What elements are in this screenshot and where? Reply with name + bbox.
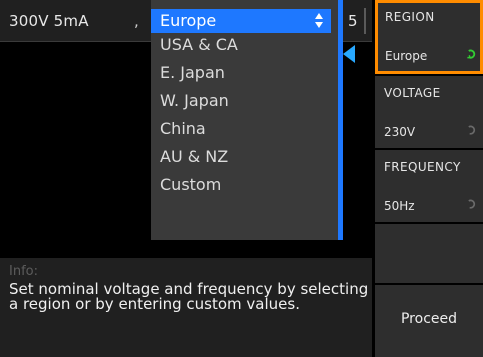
status-value: 5 — [348, 12, 358, 30]
dropdown-item-label: Europe — [160, 11, 217, 30]
dropdown-item-selected[interactable]: Europe — [151, 9, 331, 33]
frequency-softkey-value: 50Hz — [384, 199, 415, 213]
region-softkey[interactable]: REGION Europe — [375, 0, 483, 74]
info-text: Set nominal voltage and frequency by sel… — [9, 280, 369, 313]
softkey-panel: REGION Europe VOLTAGE 230V FREQUENCY 50H… — [373, 0, 483, 357]
status-reading: 300V 5mA — [9, 12, 89, 30]
status-divider — [364, 8, 366, 34]
pointer-arrow-icon — [343, 45, 355, 63]
proceed-button-label: Proceed — [400, 311, 458, 327]
dropdown-item-china[interactable]: China — [151, 117, 331, 141]
rotary-knob-icon — [467, 49, 476, 59]
info-box: Info: Set nominal voltage and frequency … — [0, 258, 372, 357]
status-separator: , — [134, 12, 139, 30]
dropdown-item-e-japan[interactable]: E. Japan — [151, 61, 331, 85]
dropdown-item-usa-ca[interactable]: USA & CA — [151, 33, 331, 57]
voltage-softkey-title: VOLTAGE — [384, 86, 441, 100]
empty-softkey[interactable] — [375, 224, 483, 283]
dropdown-scrollbar[interactable] — [338, 0, 343, 240]
screen: 300V 5mA , 5 Europe USA & CA E. Japan W.… — [0, 0, 483, 357]
voltage-softkey[interactable]: VOLTAGE 230V — [375, 76, 483, 148]
region-softkey-title: REGION — [385, 10, 435, 24]
frequency-softkey-title: FREQUENCY — [384, 160, 461, 174]
dropdown-item-w-japan[interactable]: W. Japan — [151, 89, 331, 113]
voltage-softkey-value: 230V — [384, 125, 416, 139]
proceed-softkey[interactable]: Proceed — [375, 285, 483, 357]
rotary-knob-icon — [468, 125, 476, 135]
up-down-arrows-icon — [315, 13, 323, 29]
region-softkey-value: Europe — [385, 49, 428, 63]
region-dropdown[interactable]: Europe USA & CA E. Japan W. Japan China … — [151, 0, 340, 240]
rotary-knob-icon — [468, 199, 476, 209]
info-label: Info: — [9, 264, 38, 279]
dropdown-item-au-nz[interactable]: AU & NZ — [151, 145, 331, 169]
dropdown-item-custom[interactable]: Custom — [151, 173, 331, 197]
frequency-softkey[interactable]: FREQUENCY 50Hz — [375, 150, 483, 222]
